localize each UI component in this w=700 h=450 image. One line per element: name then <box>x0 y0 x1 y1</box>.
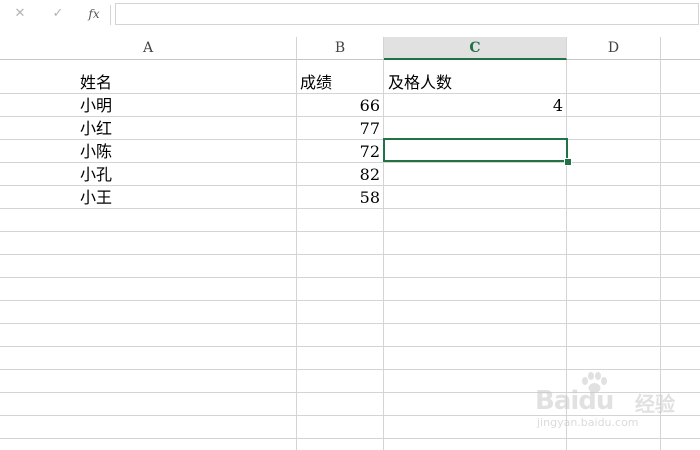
cell-b1[interactable]: 成绩 <box>300 72 332 94</box>
row-border <box>0 254 700 255</box>
cell-a3[interactable]: 小红 <box>80 118 112 140</box>
enter-check-icon[interactable]: ✓ <box>49 4 67 24</box>
cell-b6[interactable]: 58 <box>297 187 380 209</box>
cancel-icon[interactable]: ✕ <box>11 4 29 24</box>
formula-input[interactable] <box>115 3 699 25</box>
row-border <box>0 438 700 439</box>
watermark-url: jingyan.baidu.com <box>537 416 639 429</box>
watermark-logo-text: Baidu <box>535 386 614 416</box>
fill-handle[interactable] <box>564 158 572 166</box>
cell-a6[interactable]: 小王 <box>80 187 112 209</box>
cell-b5[interactable]: 82 <box>297 164 380 186</box>
row-border <box>0 231 700 232</box>
baidu-jingyan-watermark: Baidu 经验 jingyan.baidu.com <box>535 372 695 438</box>
cell-a2[interactable]: 小明 <box>80 95 112 117</box>
insert-function-icon[interactable]: fx <box>84 4 104 24</box>
column-header-b[interactable]: B <box>297 37 384 60</box>
cell-c1[interactable]: 及格人数 <box>388 72 452 94</box>
watermark-jingyan-text: 经验 <box>635 392 675 416</box>
row-border <box>0 300 700 301</box>
cell-b2[interactable]: 66 <box>297 95 380 117</box>
formula-bar-divider <box>110 5 111 25</box>
cell-a1[interactable]: 姓名 <box>80 72 112 94</box>
row-border <box>0 346 700 347</box>
column-header-d[interactable]: D <box>567 37 661 60</box>
row-border <box>0 323 700 324</box>
cell-a4[interactable]: 小陈 <box>80 141 112 163</box>
column-header-c[interactable]: C <box>384 37 567 60</box>
column-header-e[interactable] <box>661 37 700 60</box>
cell-a5[interactable]: 小孔 <box>80 164 112 186</box>
active-cell-selection[interactable] <box>383 138 568 162</box>
column-header-a[interactable]: A <box>0 37 297 60</box>
cell-b3[interactable]: 77 <box>297 118 380 140</box>
row-border <box>0 277 700 278</box>
cell-b4[interactable]: 72 <box>297 141 380 163</box>
row-border <box>0 369 700 370</box>
cell-c2[interactable]: 4 <box>384 95 563 117</box>
formula-bar: ✕ ✓ fx <box>0 0 700 30</box>
